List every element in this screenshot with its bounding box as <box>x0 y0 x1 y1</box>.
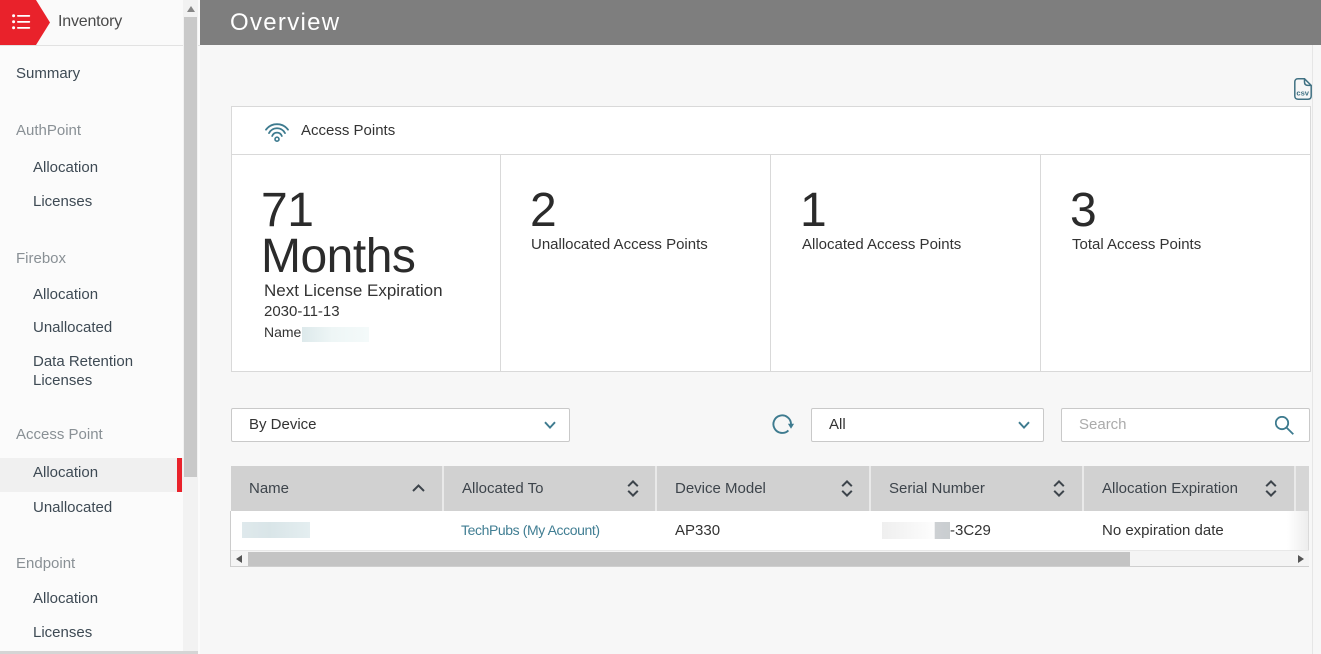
svg-text:csv: csv <box>1296 88 1309 97</box>
